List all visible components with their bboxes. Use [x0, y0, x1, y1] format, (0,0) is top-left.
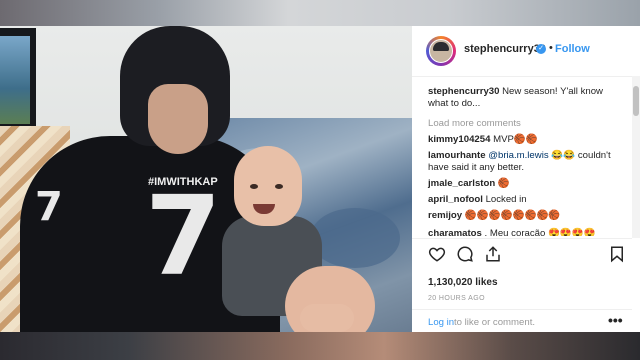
comment-item: remijoy 🏀🏀🏀🏀🏀🏀🏀🏀 [428, 210, 624, 222]
header-username[interactable]: stephencurry30 [464, 43, 546, 55]
post-actions: 1,130,020 likes 20 HOURS AGO Log in to l… [412, 238, 632, 333]
comment-item: charamatos . Meu coração 😍😍😍😍 [428, 228, 624, 236]
photo-monitor [0, 28, 36, 132]
comment-user[interactable]: remijoy [428, 210, 462, 221]
bookmark-icon[interactable] [608, 245, 626, 263]
comments-scrollbar[interactable] [632, 76, 640, 238]
login-bar: Log in to like or comment. ••• [412, 309, 632, 334]
load-more-comments-link[interactable]: Load more comments [428, 118, 521, 129]
comment-item: kimmy104254 MVP🏀🏀 [428, 134, 624, 146]
verified-badge-icon: ✓ [536, 44, 546, 54]
comment-text: . Meu coração 😍😍😍😍 [481, 228, 596, 236]
login-link[interactable]: Log in [428, 317, 454, 328]
photo-baby-eye [275, 184, 283, 189]
comment-user[interactable]: april_nofool [428, 194, 483, 205]
likes-count[interactable]: 1,130,020 likes [428, 277, 498, 288]
post-photo[interactable]: #IMWITHKAP 7 7 [0, 26, 412, 332]
comment-item: lamourhante @bria.m.lewis 😂😂 couldn't ha… [428, 150, 624, 174]
comment-text: Locked in [482, 194, 527, 205]
comments-list[interactable]: stephencurry30 New season! Y'all know wh… [412, 76, 632, 236]
comment-item: april_nofool Locked in [428, 194, 624, 206]
comment-user[interactable]: stephencurry30 [428, 86, 499, 97]
post-timestamp: 20 HOURS AGO [428, 295, 485, 302]
avatar[interactable] [426, 36, 456, 66]
background-bottom [0, 332, 640, 360]
comment-text: 🏀 [495, 178, 510, 189]
comment-text: MVP🏀🏀 [490, 134, 538, 145]
comment-user[interactable]: lamourhante [428, 150, 486, 161]
background-top [0, 0, 640, 26]
photo-monitor-screen [0, 36, 30, 124]
scrollbar-thumb[interactable] [633, 86, 639, 116]
login-prompt-text: to like or comment. [454, 317, 536, 328]
more-options-icon[interactable]: ••• [608, 312, 623, 328]
comment-user[interactable]: charamatos [428, 228, 482, 236]
comment-text: 🏀🏀🏀🏀🏀🏀🏀🏀 [462, 210, 561, 221]
header-separator: • [549, 42, 553, 54]
comment-item: jmale_carlston 🏀 [428, 178, 624, 190]
heart-icon[interactable] [428, 245, 446, 263]
comment-mention[interactable]: @bria.m.lewis [486, 150, 548, 161]
post-header: stephencurry30 ✓ • Follow [412, 26, 632, 77]
follow-button[interactable]: Follow [555, 43, 590, 55]
avatar-cap [433, 42, 449, 51]
sleeve-number: 7 [35, 184, 63, 230]
caption: stephencurry30 New season! Y'all know wh… [428, 86, 624, 110]
photo-baby-foot [300, 304, 354, 332]
photo-sofa-patch [310, 208, 400, 268]
comment-user[interactable]: jmale_carlston [428, 178, 495, 189]
photo-baby-head [234, 146, 302, 226]
comment-user[interactable]: kimmy104254 [428, 134, 490, 145]
post-sidebar: stephencurry30 ✓ • Follow stephencurry30… [412, 26, 640, 332]
photo-baby-eye [250, 184, 258, 189]
photo-person-face [148, 84, 208, 154]
share-icon[interactable] [484, 245, 502, 263]
comment-icon[interactable] [456, 245, 474, 263]
avatar-image [429, 39, 453, 63]
